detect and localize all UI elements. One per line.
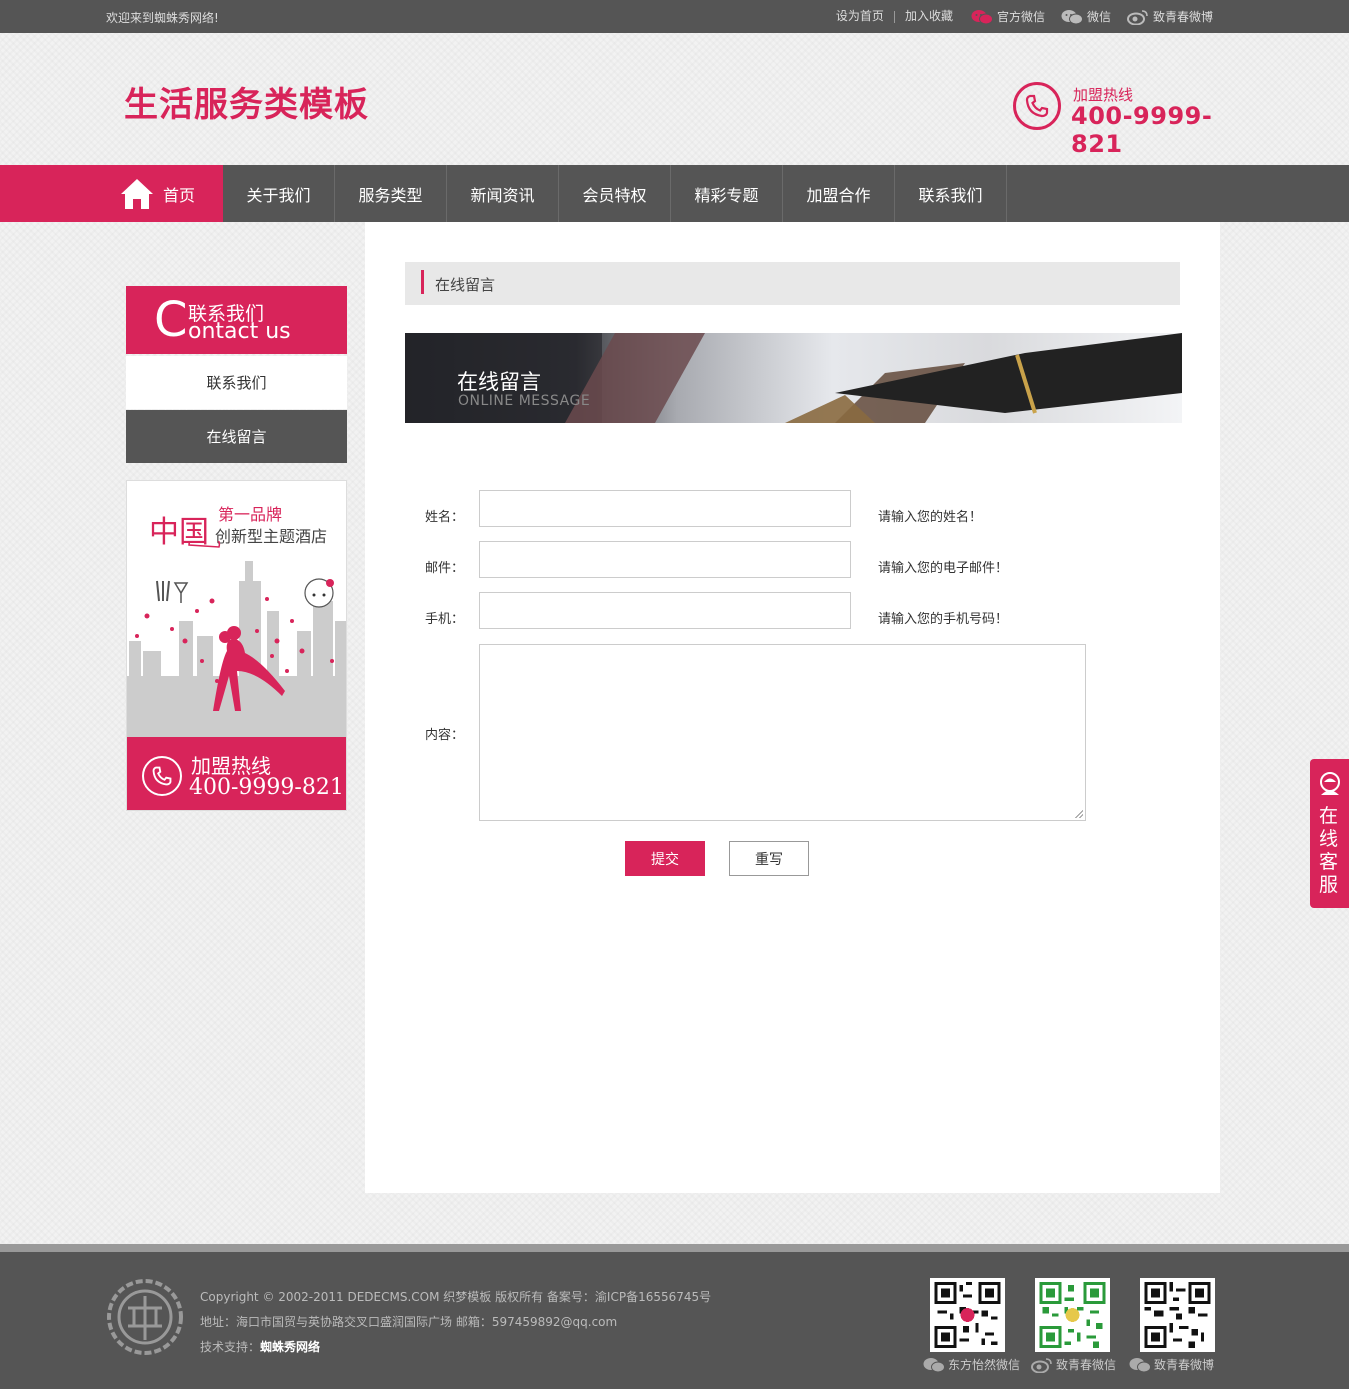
weibo-label: 致青春微博 — [1152, 10, 1213, 24]
qr-caption-2: 致青春微信 — [1031, 1356, 1116, 1373]
sidebar-item-message[interactable]: 在线留言 — [126, 410, 347, 463]
nav-item-contact[interactable]: 联系我们 — [895, 165, 1007, 222]
phone-tip: 请输入您的手机号码！ — [878, 612, 1009, 627]
welcome-text: 欢迎来到蜘蛛秀网络! — [106, 11, 219, 25]
qr-code-3 — [1140, 1278, 1215, 1352]
promo-hotline-bar: 加盟热线 400-9999-821 — [127, 737, 346, 810]
nav-item-label: 首页 — [163, 185, 196, 205]
home-icon — [121, 178, 153, 209]
footer-logo-icon — [107, 1279, 183, 1355]
page-banner: 在线留言 ONLINE MESSAGE — [405, 333, 1182, 423]
promo-banner[interactable]: 中国 第一品牌 创新型主题酒店 加盟热线 400-9999-821 — [126, 480, 347, 811]
qr-caption-label: 东方怡然微信 — [948, 1358, 1021, 1372]
site-logo[interactable]: 生活服务类模板 — [124, 77, 369, 126]
breadcrumb-text: 在线留言 — [435, 276, 496, 294]
add-favorite-link[interactable]: 加入收藏 — [895, 8, 963, 25]
top-bar: 欢迎来到蜘蛛秀网络! 设为首页 加入收藏 官方微信 微信 致青春微博 — [0, 0, 1349, 33]
qr-caption-label: 致青春微信 — [1056, 1358, 1117, 1372]
hotline-number: 400-9999-821 — [1071, 102, 1213, 158]
weibo-icon — [1126, 9, 1148, 25]
phone-input[interactable] — [479, 592, 851, 629]
set-home-link[interactable]: 设为首页 — [826, 8, 894, 25]
wechat-icon — [923, 1357, 945, 1372]
nav-item-topics[interactable]: 精彩专题 — [671, 165, 783, 222]
footer-support-label: 技术支持： — [200, 1340, 261, 1354]
breadcrumb: 在线留言 — [405, 262, 1180, 305]
official-wechat-link[interactable]: 官方微信 — [963, 8, 1045, 25]
official-wechat-label: 官方微信 — [996, 10, 1045, 24]
top-links: 设为首页 加入收藏 官方微信 微信 致青春微博 — [826, 8, 1213, 25]
email-input[interactable] — [479, 541, 851, 578]
footer-address: 地址：海口市国贸与英协路交叉口盛润国际广场 邮箱：597459892@qq.co… — [200, 1315, 618, 1329]
name-label: 姓名： — [425, 510, 465, 525]
banner-title: 在线留言 — [457, 370, 541, 394]
phone-icon — [142, 756, 182, 796]
online-service-label: 在线客服 — [1319, 805, 1339, 896]
sidebar-item-contact[interactable]: 联系我们 — [126, 356, 347, 409]
sidebar-title-en: ontact us — [188, 319, 291, 344]
customer-service-icon — [1320, 772, 1340, 795]
wechat-label: 微信 — [1086, 10, 1111, 24]
qr-code-2 — [1035, 1278, 1110, 1352]
content-textarea[interactable] — [479, 644, 1086, 821]
wechat-icon — [1061, 9, 1083, 24]
promo-hotline-number: 400-9999-821 — [189, 775, 344, 800]
city-couple-illustration — [127, 541, 346, 737]
nav-item-home[interactable]: 首页 — [111, 165, 223, 222]
online-service-tab[interactable]: 在线客服 — [1310, 759, 1349, 908]
phone-label: 手机： — [425, 612, 465, 627]
sidebar-title: C 联系我们 ontact us — [126, 286, 347, 354]
footer-support: 技术支持：蜘蛛秀网络 — [200, 1338, 320, 1355]
nav-item-news[interactable]: 新闻资讯 — [447, 165, 559, 222]
weibo-link[interactable]: 致青春微博 — [1111, 8, 1213, 25]
qr-code-1 — [930, 1278, 1005, 1352]
nav-item-about[interactable]: 关于我们 — [223, 165, 335, 222]
hotline: 加盟热线 400-9999-821 — [1013, 82, 1243, 158]
promo-brand: 第一品牌 — [218, 505, 283, 524]
reset-button[interactable]: 重写 — [729, 841, 809, 876]
nav-item-join[interactable]: 加盟合作 — [783, 165, 895, 222]
email-label: 邮件： — [425, 561, 465, 576]
footer-copyright: Copyright © 2002-2011 DEDECMS.COM 织梦模板 版… — [200, 1290, 712, 1304]
footer-support-link[interactable]: 蜘蛛秀网络 — [260, 1340, 320, 1354]
resize-handle-icon[interactable] — [1075, 810, 1083, 818]
phone-icon — [1013, 82, 1061, 130]
wechat-icon — [971, 9, 993, 24]
footer-divider — [0, 1244, 1349, 1252]
main-nav: 首页 关于我们 服务类型 新闻资讯 会员特权 精彩专题 加盟合作 联系我们 — [0, 165, 1349, 222]
banner-subtitle: ONLINE MESSAGE — [458, 393, 591, 409]
content-label: 内容： — [425, 728, 465, 743]
weibo-icon — [1031, 1357, 1052, 1373]
sidebar-title-letter: C — [154, 292, 188, 348]
qr-caption-label: 致青春微博 — [1154, 1358, 1215, 1372]
name-tip: 请输入您的姓名！ — [878, 510, 983, 525]
nav-item-member[interactable]: 会员特权 — [559, 165, 671, 222]
header: 生活服务类模板 加盟热线 400-9999-821 — [0, 33, 1349, 164]
wechat-link[interactable]: 微信 — [1045, 8, 1111, 25]
qr-caption-3: 致青春微博 — [1129, 1356, 1214, 1373]
qr-caption-1: 东方怡然微信 — [923, 1356, 1020, 1373]
name-input[interactable] — [479, 490, 851, 527]
breadcrumb-accent — [421, 270, 424, 294]
footer: Copyright © 2002-2011 DEDECMS.COM 织梦模板 版… — [0, 1252, 1349, 1389]
submit-button[interactable]: 提交 — [625, 841, 705, 876]
email-tip: 请输入您的电子邮件！ — [878, 561, 1009, 576]
wechat-icon — [1129, 1357, 1151, 1372]
nav-item-services[interactable]: 服务类型 — [335, 165, 447, 222]
